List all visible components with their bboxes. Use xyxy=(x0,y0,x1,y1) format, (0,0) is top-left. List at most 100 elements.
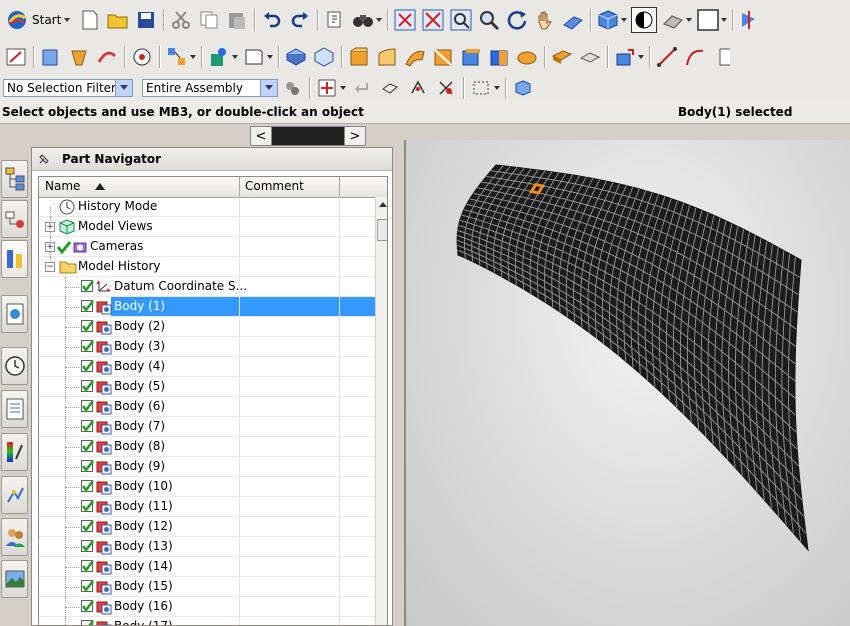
expand-toggle[interactable]: + xyxy=(45,242,55,252)
constraint-navigator-tab[interactable] xyxy=(1,200,28,238)
thicken-button[interactable] xyxy=(550,45,574,69)
redo-button[interactable] xyxy=(288,8,312,32)
chevron-down-icon[interactable] xyxy=(115,79,132,96)
analysis-button[interactable] xyxy=(351,8,375,32)
cut-button[interactable] xyxy=(169,8,193,32)
column-name-header[interactable]: Name xyxy=(45,179,80,193)
visibility-checkbox[interactable] xyxy=(81,540,94,552)
tree-row[interactable]: Body (6) xyxy=(39,397,375,417)
expand-toggle[interactable]: + xyxy=(45,222,55,232)
unite-button[interactable] xyxy=(284,45,308,69)
background-button[interactable] xyxy=(631,7,658,33)
tree-row[interactable]: Body (17) xyxy=(39,617,375,625)
tree-row[interactable]: Body (3) xyxy=(39,337,375,357)
visibility-checkbox[interactable] xyxy=(81,340,94,352)
tree-row[interactable]: Datum Coordinate S... xyxy=(39,277,375,297)
visibility-checkbox[interactable] xyxy=(81,520,94,532)
surface-mesh[interactable] xyxy=(406,140,850,626)
sketch-button[interactable] xyxy=(4,45,28,69)
scroll-up-arrow[interactable] xyxy=(376,197,387,211)
history-tab[interactable] xyxy=(1,347,28,385)
trim-body-button[interactable] xyxy=(487,45,511,69)
split-body-button[interactable] xyxy=(515,45,539,69)
show-all-button[interactable] xyxy=(511,76,535,100)
subtract-button[interactable] xyxy=(312,45,336,69)
tree-node[interactable]: History Mode xyxy=(39,197,375,227)
visibility-checkbox[interactable] xyxy=(81,380,94,392)
fit-button[interactable] xyxy=(393,8,417,32)
draft-button[interactable] xyxy=(431,45,455,69)
tree-row[interactable]: Body (11) xyxy=(39,497,375,517)
tree-row[interactable]: Body (15) xyxy=(39,577,375,597)
rotate-button[interactable] xyxy=(505,8,529,32)
extrude-button[interactable] xyxy=(39,45,63,69)
visibility-checkbox[interactable] xyxy=(81,300,94,312)
chevron-down-icon[interactable] xyxy=(260,79,277,96)
selection-scope-dropdown[interactable]: Entire Assembly xyxy=(142,78,278,97)
select-feature-button[interactable] xyxy=(378,76,402,100)
palettes-tab[interactable] xyxy=(1,433,28,471)
scroll-right-button[interactable]: > xyxy=(344,126,366,146)
visibility-checkbox[interactable] xyxy=(81,400,94,412)
sew-button[interactable] xyxy=(578,45,602,69)
system-materials-tab[interactable] xyxy=(1,390,28,428)
instance-button[interactable] xyxy=(165,45,189,69)
tree-node[interactable]: + Model Views xyxy=(39,217,375,237)
tree-row[interactable]: Body (14) xyxy=(39,557,375,577)
graphics-window[interactable] xyxy=(404,140,850,626)
revolve-button[interactable] xyxy=(67,45,91,69)
scroll-left-button[interactable]: < xyxy=(250,126,272,146)
column-comment-header[interactable]: Comment xyxy=(245,179,304,193)
zoom-window-button[interactable] xyxy=(421,8,445,32)
part-navigator-tab[interactable] xyxy=(1,240,28,278)
reuse-library-tab[interactable] xyxy=(1,295,28,333)
selection-filter-dropdown[interactable]: No Selection Filter xyxy=(3,78,133,97)
rendering-style-button[interactable] xyxy=(596,8,620,32)
copy-button[interactable] xyxy=(197,8,221,32)
check-mark-icon[interactable] xyxy=(57,240,71,254)
scroll-thumb[interactable] xyxy=(377,219,387,241)
new-file-button[interactable] xyxy=(78,8,102,32)
line-button[interactable] xyxy=(655,45,679,69)
tree-row[interactable]: Body (5) xyxy=(39,377,375,397)
edge-blend-button[interactable] xyxy=(347,45,371,69)
roles-tab[interactable] xyxy=(1,518,28,556)
visibility-checkbox[interactable] xyxy=(81,420,94,432)
tree-row[interactable]: Body (4) xyxy=(39,357,375,377)
start-menu-button[interactable]: Start xyxy=(2,8,76,32)
tree-row[interactable]: Body (9) xyxy=(39,457,375,477)
visibility-checkbox[interactable] xyxy=(81,500,94,512)
paste-button[interactable] xyxy=(225,8,249,32)
zoom-in-out-button[interactable] xyxy=(477,8,501,32)
visibility-checkbox[interactable] xyxy=(81,560,94,572)
offset-face-button[interactable] xyxy=(459,45,483,69)
feature-operation-button[interactable] xyxy=(613,45,637,69)
pin-icon[interactable] xyxy=(38,153,50,165)
information-button[interactable] xyxy=(323,8,347,32)
chamfer-button[interactable] xyxy=(375,45,399,69)
visibility-checkbox[interactable] xyxy=(81,580,94,592)
pan-button[interactable] xyxy=(533,8,557,32)
visibility-checkbox[interactable] xyxy=(81,280,94,292)
background-color-button[interactable] xyxy=(696,8,720,32)
sweep-button[interactable] xyxy=(95,45,119,69)
visibility-checkbox[interactable] xyxy=(81,620,94,625)
undo-select-button[interactable] xyxy=(350,76,374,100)
process-studio-tab[interactable] xyxy=(1,476,28,514)
datum-button[interactable] xyxy=(207,45,231,69)
shell-button[interactable] xyxy=(403,45,427,69)
tree-node[interactable]: − Model History xyxy=(39,257,375,277)
undo-button[interactable] xyxy=(260,8,284,32)
assembly-navigator-tab[interactable] xyxy=(1,160,28,198)
visibility-checkbox[interactable] xyxy=(81,440,94,452)
expand-toggle[interactable]: − xyxy=(45,262,55,272)
more-button[interactable] xyxy=(711,45,735,69)
rectangle-select-button[interactable] xyxy=(469,76,493,100)
select-body-button[interactable] xyxy=(434,76,458,100)
tree-row[interactable]: Body (13) xyxy=(39,537,375,557)
select-face-button[interactable] xyxy=(406,76,430,100)
visibility-checkbox[interactable] xyxy=(81,360,94,372)
perspective-button[interactable] xyxy=(561,8,585,32)
save-button[interactable] xyxy=(134,8,158,32)
edge-display-button[interactable] xyxy=(661,8,685,32)
